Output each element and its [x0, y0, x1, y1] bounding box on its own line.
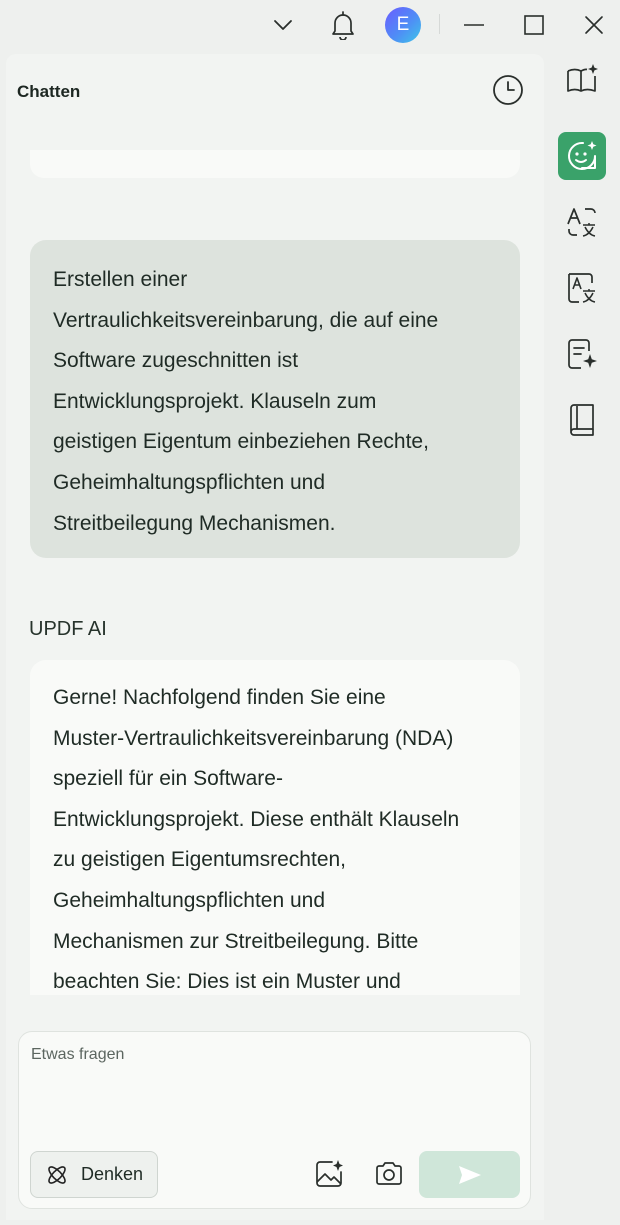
ai-message-line: Entwicklungsprojekt. Diese enthält Klaus…: [53, 807, 460, 831]
translate-icon: [567, 208, 596, 237]
book-sparkle-icon: [567, 64, 598, 92]
ai-image-button[interactable]: [311, 1156, 347, 1192]
minimize-icon[interactable]: [454, 6, 494, 44]
rail-translate-button[interactable]: [558, 198, 606, 246]
avatar[interactable]: E: [383, 6, 423, 44]
chat-panel: Chatten Erstellen einer Vertraulichkeits…: [6, 54, 544, 1220]
rail-knowledge-button[interactable]: [558, 396, 606, 444]
ai-message-line: beachten Sie: Dies ist ein Muster und: [53, 970, 401, 994]
clock-icon: [493, 75, 523, 105]
ai-message-line: speziell für ein Software-: [53, 767, 283, 791]
user-message-line: Software zugeschnitten ist: [53, 349, 299, 373]
bell-icon[interactable]: [323, 6, 363, 44]
ai-message-line: Gerne! Nachfolgend finden Sie eine: [53, 686, 386, 709]
user-message-line: Geheimhaltungspflichten und: [53, 470, 326, 494]
ai-message-line: Muster-Vertraulichkeitsvereinbarung (NDA…: [53, 726, 454, 750]
user-message-bubble: Erstellen einer Vertraulichkeitsvereinba…: [30, 240, 520, 558]
ai-message-line: zu geistigen Eigentumsrechten,: [53, 848, 347, 872]
user-message-line: Vertraulichkeitsvereinbarung, die auf ei…: [53, 308, 439, 332]
close-icon[interactable]: [574, 6, 614, 44]
panel-title: Chatten: [17, 82, 81, 101]
think-label: Denken: [81, 1164, 144, 1184]
user-message-line: Erstellen einer: [53, 268, 188, 291]
message-list[interactable]: Erstellen einer Vertraulichkeitsvereinba…: [6, 150, 544, 995]
camera-icon: [376, 1162, 402, 1185]
title-bar: E: [0, 0, 620, 50]
spell-check-icon: [568, 273, 596, 303]
knowledge-book-icon: [570, 404, 594, 436]
chat-input[interactable]: [31, 1046, 511, 1146]
previous-message-bubble: [30, 150, 520, 178]
send-icon: [458, 1165, 481, 1184]
atom-icon: [48, 1165, 66, 1184]
titlebar-divider: [439, 14, 440, 34]
ai-message-line: Geheimhaltungspflichten und: [53, 888, 326, 912]
ai-message-line: Mechanismen zur Streitbeilegung. Bitte: [53, 929, 419, 953]
summary-icon: [568, 339, 597, 369]
chat-composer: Denken: [18, 1031, 531, 1209]
chat-bot-icon: [568, 141, 597, 170]
ai-message-bubble: Gerne! Nachfolgend finden Sie eine Muste…: [30, 660, 520, 995]
rail-reader-button[interactable]: [558, 56, 606, 104]
ai-sender-label: UPDF AI: [29, 618, 107, 640]
user-message-line: Streitbeilegung Mechanismen.: [53, 511, 336, 535]
screenshot-button[interactable]: [371, 1156, 407, 1192]
chevron-down-icon[interactable]: [263, 6, 303, 44]
avatar-letter: E: [385, 7, 421, 43]
image-sparkle-icon: [316, 1160, 343, 1187]
rail-spell-check-button[interactable]: [558, 264, 606, 312]
user-message-line: Entwicklungsprojekt. Klauseln zum: [53, 389, 377, 413]
send-button[interactable]: [419, 1151, 520, 1198]
right-tool-rail: [546, 54, 620, 1220]
rail-chat-button[interactable]: [558, 132, 606, 180]
user-message-line: geistigen Eigentum einbeziehen Rechte,: [53, 430, 429, 454]
think-toggle-button[interactable]: Denken: [30, 1151, 158, 1198]
rail-summary-button[interactable]: [558, 330, 606, 378]
history-button[interactable]: [490, 72, 526, 108]
maximize-icon[interactable]: [514, 6, 554, 44]
